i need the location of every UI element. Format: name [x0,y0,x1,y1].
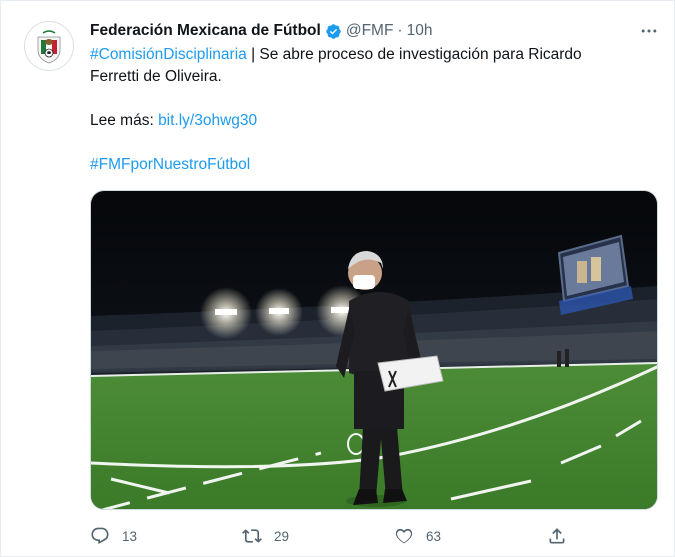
tweet-text: #ComisiónDisciplinaria | Se abre proceso… [90,44,650,173]
tweet-actions: 13 29 63 [90,523,580,549]
tweet-line-2: Ferretti de Oliveira. [90,68,222,85]
heart-icon [395,528,413,544]
verified-badge-icon [326,23,341,39]
hashtag-fmf-por-nuestro-futbol[interactable]: #FMFporNuestroFútbol [90,154,250,176]
fmf-logo-icon [25,22,73,70]
tweet-text-line-1-rest: | Se abre proceso de investigación para … [246,46,582,63]
tweet-header: Federación Mexicana de Fútbol @FMF · 10h [90,20,432,42]
timestamp[interactable]: 10h [407,22,433,40]
more-options-icon [641,29,657,33]
retweet-count: 29 [274,528,290,544]
reply-icon [91,527,109,545]
more-options-button[interactable] [637,21,661,41]
tweet-line-1: #ComisiónDisciplinaria | Se abre proceso… [90,44,650,66]
reply-button[interactable]: 13 [90,523,137,549]
retweet-button[interactable]: 29 [242,523,289,549]
reply-count: 13 [122,528,138,544]
avatar[interactable] [24,21,74,71]
read-more-label: Lee más: [90,112,159,129]
share-icon [549,528,565,544]
retweet-icon [242,529,262,543]
tweet-media-image[interactable] [90,190,658,510]
tweet-link[interactable]: bit.ly/3ohwg30 [158,112,257,129]
stadium-photo [91,191,657,509]
share-button[interactable] [547,523,579,549]
separator-dot: · [397,22,403,39]
like-count: 63 [426,528,442,544]
author-handle[interactable]: @FMF [346,22,394,40]
like-button[interactable]: 63 [394,523,441,549]
tweet-card[interactable]: Federación Mexicana de Fútbol @FMF · 10h… [0,0,675,557]
author-name[interactable]: Federación Mexicana de Fútbol [90,22,321,40]
tweet-line-read-more: Lee más: bit.ly/3ohwg30 [90,110,257,132]
hashtag-comision-disciplinaria[interactable]: #ComisiónDisciplinaria [90,46,247,63]
